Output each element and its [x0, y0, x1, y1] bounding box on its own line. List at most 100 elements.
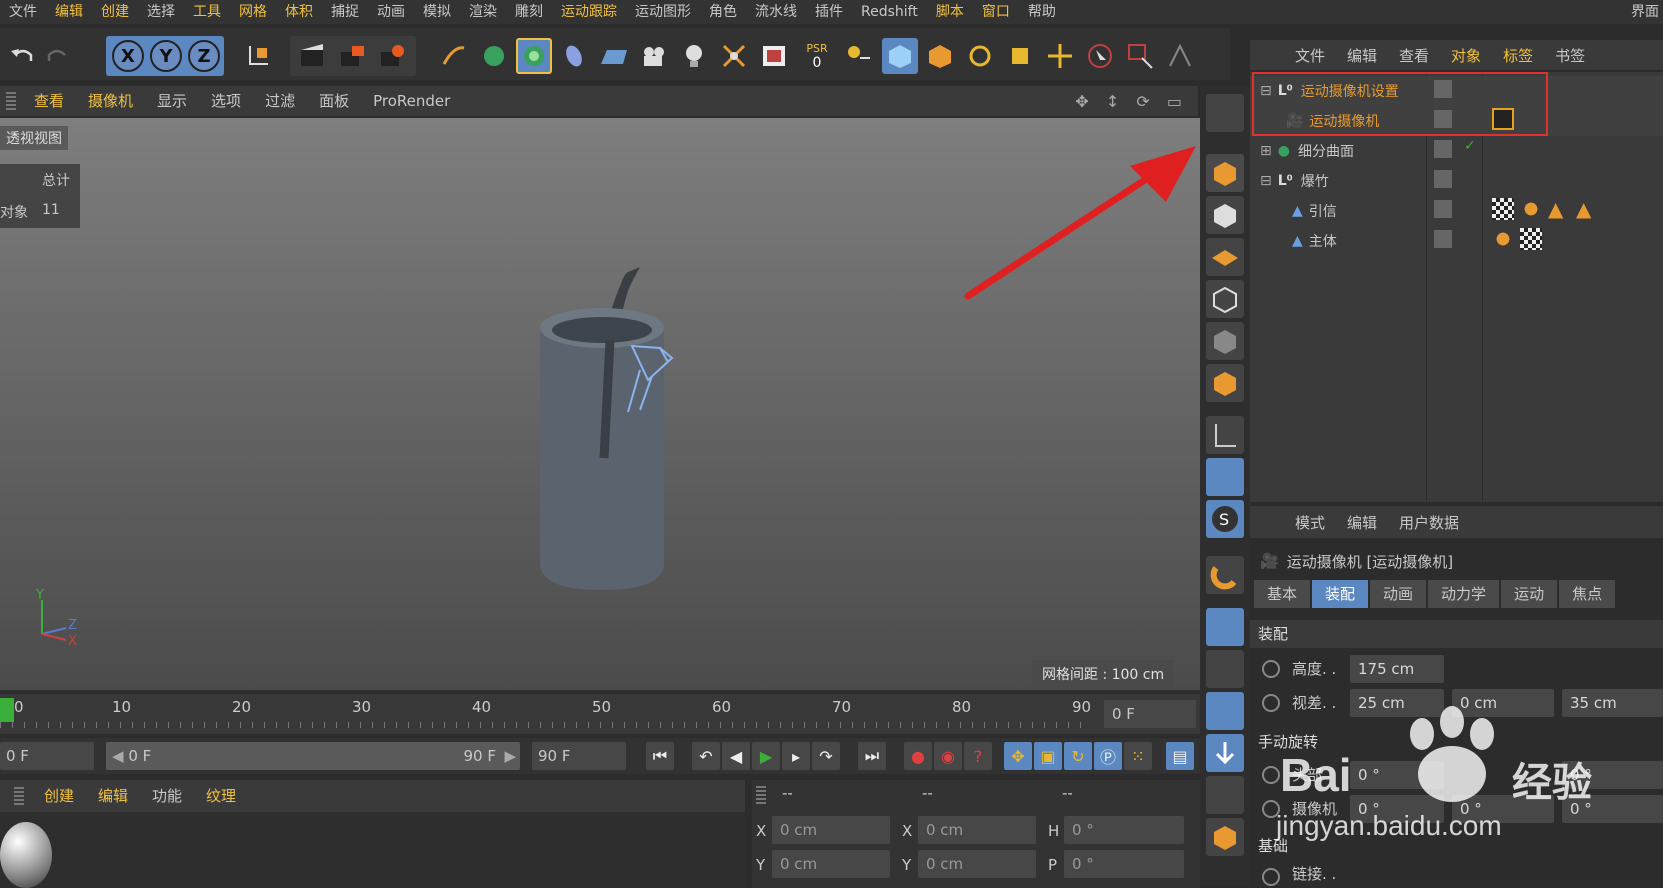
pen-spline-icon[interactable]: [436, 38, 472, 74]
edit-toggle-icon[interactable]: [1434, 200, 1452, 218]
texture-mode-icon[interactable]: [1206, 196, 1244, 234]
render-picture-viewer-icon[interactable]: [334, 38, 370, 74]
collapse-icon[interactable]: ⊟: [1260, 173, 1272, 189]
rot-p-field[interactable]: 0 °: [1064, 850, 1184, 878]
start-frame-field[interactable]: 0 F: [0, 742, 94, 770]
om-menu-tags[interactable]: 标签: [1492, 45, 1544, 66]
menu-help[interactable]: 帮助: [1019, 0, 1065, 24]
snap-magnet-icon[interactable]: [1206, 556, 1244, 594]
viewport-menu-panel[interactable]: 面板: [307, 86, 361, 116]
pos-y-field[interactable]: 0 cm: [772, 850, 890, 878]
menu-file[interactable]: 文件: [0, 0, 46, 24]
render-settings-icon[interactable]: [374, 38, 410, 74]
prev-key-icon[interactable]: ↶: [692, 742, 720, 770]
floor-icon[interactable]: [596, 38, 632, 74]
menu-pipeline[interactable]: 流水线: [746, 0, 806, 24]
transform-icon[interactable]: [1162, 38, 1198, 74]
edit-toggle-icon[interactable]: [1434, 140, 1452, 158]
auto-key-icon[interactable]: ◉: [934, 742, 962, 770]
cube-green-icon[interactable]: [476, 38, 512, 74]
menu-character[interactable]: 角色: [700, 0, 746, 24]
viewport-menu-view[interactable]: 查看: [22, 86, 76, 116]
menu-snap[interactable]: 捕捉: [322, 0, 368, 24]
deformer-icon[interactable]: [556, 38, 592, 74]
character-icon[interactable]: [1206, 776, 1244, 814]
live-select-icon[interactable]: [1082, 38, 1118, 74]
viewport-nav-icons[interactable]: ✥ ↕ ⟳ ▭: [1075, 92, 1188, 111]
timeline-window-icon[interactable]: ▤: [1166, 742, 1194, 770]
model-mode-icon[interactable]: [882, 38, 918, 74]
menu-mesh[interactable]: 网格: [230, 0, 276, 24]
effector-icon[interactable]: [716, 38, 752, 74]
subdivision-icon[interactable]: [516, 38, 552, 74]
prev-frame-icon[interactable]: ◀: [722, 742, 750, 770]
picture-viewer-icon[interactable]: [756, 38, 792, 74]
play-icon[interactable]: ▶: [752, 742, 780, 770]
download-icon[interactable]: [1206, 734, 1244, 772]
viewport-menu-cameras[interactable]: 摄像机: [76, 86, 145, 116]
rot-h-field[interactable]: 0 °: [1064, 816, 1184, 844]
psr-indicator[interactable]: PSR 0: [796, 38, 838, 74]
tree-row-subdivision-surface[interactable]: ⊞ ● 细分曲面: [1250, 136, 1663, 166]
solo-icon[interactable]: S: [1206, 500, 1244, 538]
menu-animate[interactable]: 动画: [368, 0, 414, 24]
menu-motion-tracker[interactable]: 运动跟踪: [552, 0, 626, 24]
polygons-mode-icon[interactable]: [1206, 364, 1244, 402]
viewport-menu-display[interactable]: 显示: [145, 86, 199, 116]
tab-dynamics[interactable]: 动力学: [1428, 580, 1500, 608]
material-swatch[interactable]: [0, 822, 52, 888]
mat-menu-texture[interactable]: 纹理: [194, 781, 248, 811]
menu-create[interactable]: 创建: [92, 0, 138, 24]
object-mode-icon[interactable]: [922, 38, 958, 74]
edit-toggle-icon[interactable]: [1434, 170, 1452, 188]
scale-icon[interactable]: [1002, 38, 1038, 74]
end-frame-field[interactable]: 90 F: [532, 742, 626, 770]
om-menu-objects[interactable]: 对象: [1440, 45, 1492, 66]
go-end-icon[interactable]: ⏭: [858, 742, 886, 770]
tweak-icon[interactable]: [1206, 458, 1244, 496]
tweak-mode-icon[interactable]: [1206, 94, 1244, 132]
om-menu-bookmarks[interactable]: 书签: [1544, 45, 1596, 66]
height-field[interactable]: 175 cm: [1350, 655, 1444, 683]
rotate-icon[interactable]: [962, 38, 998, 74]
menu-redshift[interactable]: Redshift: [852, 0, 927, 24]
check-icon[interactable]: ✓: [1464, 138, 1476, 154]
key-parameter-icon[interactable]: Ⓟ: [1094, 742, 1122, 770]
tab-motion[interactable]: 运动: [1501, 580, 1558, 608]
x-axis-lock-icon[interactable]: X: [112, 40, 144, 72]
drag-handle-icon[interactable]: [756, 786, 766, 804]
light-icon[interactable]: [676, 38, 712, 74]
frame-range-slider[interactable]: ◀ 0 F 90 F ▶: [106, 742, 520, 770]
menu-volume[interactable]: 体积: [276, 0, 322, 24]
mat-menu-function[interactable]: 功能: [140, 781, 194, 811]
lock-workplane-icon[interactable]: [1206, 608, 1244, 646]
tab-rig[interactable]: 装配: [1312, 580, 1369, 608]
size-x-field[interactable]: 0 cm: [918, 816, 1036, 844]
mat-menu-create[interactable]: 创建: [32, 781, 86, 811]
render-region-icon[interactable]: [1206, 692, 1244, 730]
material-tag-icon[interactable]: [1492, 228, 1514, 250]
drag-handle-icon[interactable]: [6, 92, 16, 110]
menu-render[interactable]: 渲染: [460, 0, 506, 24]
tree-row-fuse[interactable]: ▲ 引信: [1250, 196, 1663, 226]
menu-mograph[interactable]: 运动图形: [626, 0, 700, 24]
edit-toggle-icon[interactable]: [1434, 230, 1452, 248]
material-tag-icon[interactable]: [1520, 198, 1542, 220]
key-pla-icon[interactable]: ⁙: [1124, 742, 1152, 770]
keyframe-selection-icon[interactable]: ?: [964, 742, 992, 770]
pos-x-field[interactable]: 0 cm: [772, 816, 890, 844]
z-axis-lock-icon[interactable]: Z: [188, 40, 220, 72]
tree-row-body[interactable]: ▲ 主体: [1250, 226, 1663, 256]
timeline-ruler[interactable]: 0 10 20 30 40 50 60 70 80 90 0 F: [0, 694, 1200, 734]
workplane-align-icon[interactable]: [1206, 650, 1244, 688]
y-axis-lock-icon[interactable]: Y: [150, 40, 182, 72]
menu-sculpt[interactable]: 雕刻: [506, 0, 552, 24]
playhead[interactable]: [0, 698, 14, 722]
attr-menu-userdata[interactable]: 用户数据: [1388, 512, 1470, 533]
undo-icon[interactable]: [4, 38, 40, 74]
move-icon[interactable]: [1042, 38, 1078, 74]
tab-basic[interactable]: 基本: [1254, 580, 1311, 608]
redo-icon[interactable]: [40, 38, 76, 74]
viewport-menu-prorender[interactable]: ProRender: [361, 86, 462, 116]
record-icon[interactable]: ●: [904, 742, 932, 770]
